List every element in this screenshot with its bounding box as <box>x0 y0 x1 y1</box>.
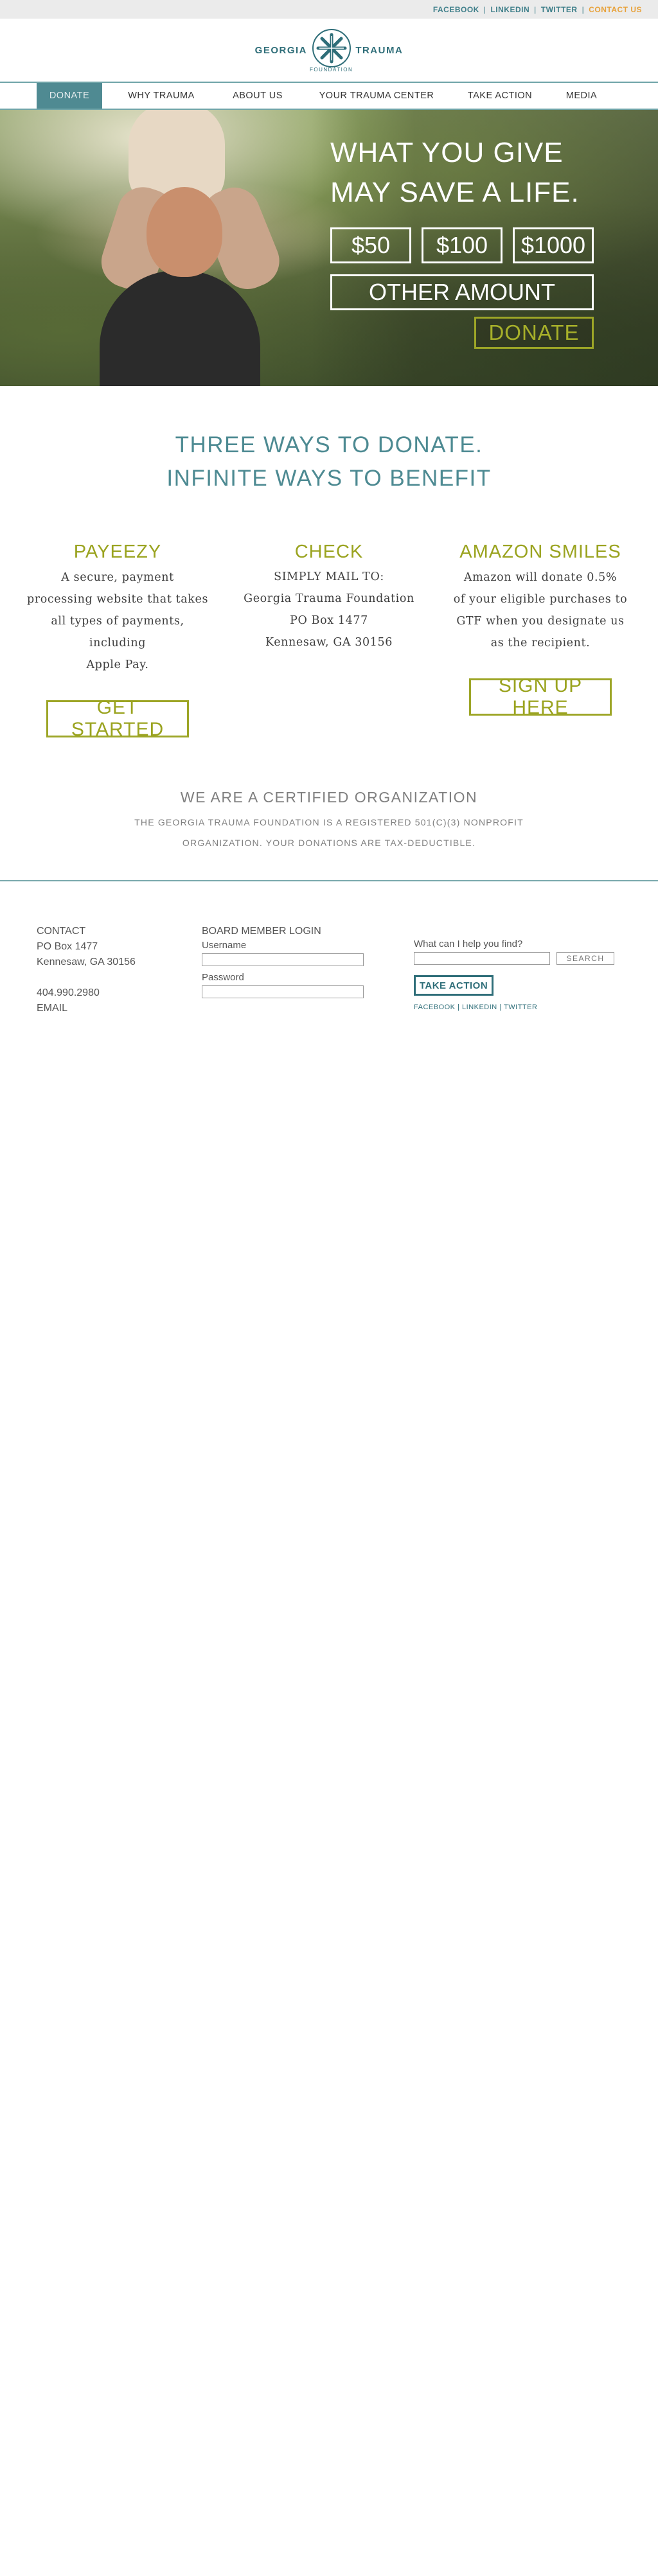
other-amount-button[interactable]: OTHER AMOUNT <box>330 274 594 310</box>
method-description: SIMPLY MAIL TO: Georgia Trauma Foundatio… <box>244 570 414 649</box>
method-title: CHECK <box>294 542 364 562</box>
footer-social-links: FACEBOOK | LINKEDIN | TWITTER <box>414 1003 538 1011</box>
contact-phone[interactable]: 404.990.2980 <box>37 985 136 1001</box>
amount-1000-button[interactable]: $1000 <box>513 227 594 263</box>
certified-text-line1: THE GEORGIA TRAUMA FOUNDATION IS A REGIS… <box>134 817 524 827</box>
nav-why-trauma[interactable]: WHY TRAUMA <box>102 83 220 109</box>
login-title: BOARD MEMBER LOGIN <box>202 926 321 937</box>
password-label: Password <box>202 972 244 983</box>
get-started-button[interactable]: GET STARTED <box>46 697 189 740</box>
hero-title-line2: MAY SAVE A LIFE. <box>330 177 580 208</box>
footer-search: What can I help you find? SEARCH TAKE AC… <box>414 938 617 1011</box>
method-description: A secure, payment processing website tha… <box>26 571 209 671</box>
amount-50-button[interactable]: $50 <box>330 227 411 263</box>
contact-email-link[interactable]: EMAIL <box>37 1001 136 1016</box>
method-description: Amazon will donate 0.5% of your eligible… <box>453 571 628 649</box>
site-header: GEORGIA FOUNDATION TRAUMA <box>0 19 658 82</box>
footer-linkedin-link[interactable]: LINKEDIN <box>462 1003 497 1011</box>
password-input[interactable] <box>202 985 364 998</box>
footer-contact: CONTACT PO Box 1477 Kennesaw, GA 30156 4… <box>37 924 136 1016</box>
ways-heading-line1: THREE WAYS TO DONATE. <box>175 432 483 457</box>
logo-word-right: TRAUMA <box>355 44 404 56</box>
contact-us-link[interactable]: CONTACT US <box>584 5 646 14</box>
board-login-form: BOARD MEMBER LOGIN Username Password <box>202 924 365 1003</box>
method-payeezy: PAYEEZY A secure, payment processing web… <box>24 542 211 740</box>
top-utility-bar: FACEBOOK | LINKEDIN | TWITTER | CONTACT … <box>0 0 658 19</box>
logo-subtitle: FOUNDATION <box>310 66 353 73</box>
contact-address-line1: PO Box 1477 <box>37 941 98 952</box>
take-action-button[interactable]: TAKE ACTION <box>414 975 494 996</box>
search-button[interactable]: SEARCH <box>556 952 614 965</box>
main-navigation: DONATE WHY TRAUMA ABOUT US YOUR TRAUMA C… <box>0 82 658 110</box>
method-amazon-smiles: AMAZON SMILES Amazon will donate 0.5% of… <box>447 542 634 737</box>
method-check: CHECK SIMPLY MAIL TO: Georgia Trauma Fou… <box>236 542 422 737</box>
certified-text-line2: ORGANIZATION. YOUR DONATIONS ARE TAX-DED… <box>182 838 476 848</box>
amount-100-button[interactable]: $100 <box>422 227 502 263</box>
contact-title: CONTACT <box>37 926 86 937</box>
hero-photo-face <box>147 187 222 277</box>
nav-donate[interactable]: DONATE <box>37 83 102 109</box>
donate-button[interactable]: DONATE <box>474 317 594 349</box>
username-label: Username <box>202 940 247 951</box>
twitter-link[interactable]: TWITTER <box>537 5 582 14</box>
footer-facebook-link[interactable]: FACEBOOK <box>414 1003 456 1011</box>
contact-address-line2: Kennesaw, GA 30156 <box>37 957 136 967</box>
ways-heading-line2: INFINITE WAYS TO BENEFIT <box>166 466 492 491</box>
nav-your-trauma-center[interactable]: YOUR TRAUMA CENTER <box>295 83 458 109</box>
nav-take-action[interactable]: TAKE ACTION <box>458 83 542 109</box>
certified-section: WE ARE A CERTIFIED ORGANIZATION THE GEOR… <box>0 789 658 853</box>
donation-methods: PAYEEZY A secure, payment processing web… <box>0 542 658 740</box>
search-label: What can I help you find? <box>414 939 523 949</box>
logo-word-left: GEORGIA <box>254 44 308 56</box>
ways-heading: THREE WAYS TO DONATE. INFINITE WAYS TO B… <box>0 428 658 495</box>
certified-heading: WE ARE A CERTIFIED ORGANIZATION <box>180 789 478 806</box>
nav-media[interactable]: MEDIA <box>542 83 621 109</box>
asterisk-cross-icon <box>312 28 351 67</box>
sign-up-here-button[interactable]: SIGN UP HERE <box>469 675 612 718</box>
method-title: AMAZON SMILES <box>459 542 621 562</box>
site-logo[interactable]: GEORGIA FOUNDATION TRAUMA <box>255 28 404 73</box>
linkedin-link[interactable]: LINKEDIN <box>486 5 534 14</box>
hero-title: WHAT YOU GIVE MAY SAVE A LIFE. <box>330 133 580 213</box>
nav-about-us[interactable]: ABOUT US <box>220 83 295 109</box>
hero-banner: WHAT YOU GIVE MAY SAVE A LIFE. $50 $100 … <box>0 110 658 386</box>
username-input[interactable] <box>202 953 364 966</box>
site-footer: CONTACT PO Box 1477 Kennesaw, GA 30156 4… <box>0 881 658 1014</box>
search-input[interactable] <box>414 952 550 965</box>
facebook-link[interactable]: FACEBOOK <box>429 5 484 14</box>
method-title: PAYEEZY <box>73 542 162 562</box>
hero-title-line1: WHAT YOU GIVE <box>330 137 564 168</box>
footer-twitter-link[interactable]: TWITTER <box>504 1003 537 1011</box>
